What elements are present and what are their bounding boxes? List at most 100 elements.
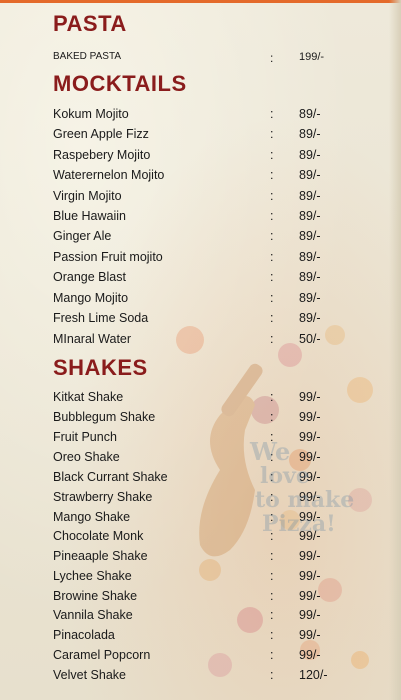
- item-price: 99/-: [299, 608, 321, 622]
- menu-item: Pinacolada: 99/-: [53, 628, 353, 648]
- item-price: 99/-: [299, 589, 321, 603]
- item-price: 99/-: [299, 569, 321, 583]
- pepper-icon: [351, 651, 369, 669]
- item-name: Waterernelon Mojito: [53, 168, 165, 182]
- item-price: 99/-: [299, 410, 321, 424]
- watermark-line: We: [250, 437, 291, 466]
- item-name: Pinacolada: [53, 628, 115, 642]
- item-colon: :: [270, 189, 274, 203]
- item-price: 89/-: [299, 127, 321, 141]
- item-colon: :: [270, 148, 274, 162]
- item-colon: :: [270, 549, 274, 563]
- watermark-line: love: [260, 463, 310, 489]
- item-name: Browine Shake: [53, 589, 138, 603]
- item-name: Black Currant Shake: [53, 470, 168, 484]
- item-colon: :: [270, 250, 274, 264]
- menu-item: Virgin Mojito: 89/-: [53, 189, 353, 209]
- menu-item: BAKED PASTA : 199/-: [53, 51, 353, 71]
- item-price: 99/-: [299, 390, 321, 404]
- menu-item: Pineaaple Shake: 99/-: [53, 549, 353, 569]
- item-colon: :: [270, 569, 274, 583]
- item-price: 50/-: [299, 332, 321, 346]
- item-colon: :: [270, 311, 274, 325]
- menu-item: Green Apple Fizz: 89/-: [53, 127, 353, 147]
- item-name: Vannila Shake: [53, 608, 133, 622]
- item-price: 89/-: [299, 168, 321, 182]
- item-name: Lychee Shake: [53, 569, 132, 583]
- item-name: MInaral Water: [53, 332, 132, 346]
- item-price: 99/-: [299, 628, 321, 642]
- item-name: Caramel Popcorn: [53, 648, 151, 662]
- item-colon: :: [270, 168, 274, 182]
- item-price: 99/-: [299, 549, 321, 563]
- item-colon: :: [270, 410, 274, 424]
- watermark-line: to make: [255, 487, 355, 513]
- menu-item: Passion Fruit mojito: 89/-: [53, 250, 353, 270]
- item-name: Fresh Lime Soda: [53, 311, 149, 325]
- item-name: Passion Fruit mojito: [53, 250, 163, 264]
- menu-item: MInaral Water: 50/-: [53, 332, 353, 352]
- watermark-text: We love to make Pizza!: [250, 437, 380, 537]
- menu-item: Kokum Mojito: 89/-: [53, 107, 353, 127]
- item-colon: :: [270, 51, 274, 65]
- item-name: Pineaaple Shake: [53, 549, 148, 563]
- item-price: 89/-: [299, 189, 321, 203]
- menu-item: Velvet Shake: 120/-: [53, 668, 353, 688]
- item-colon: :: [270, 608, 274, 622]
- menu-item: Raspebery Mojito: 89/-: [53, 148, 353, 168]
- item-price: 89/-: [299, 311, 321, 325]
- item-colon: :: [270, 270, 274, 284]
- item-price: 99/-: [299, 648, 321, 662]
- menu-item: Bubblegum Shake: 99/-: [53, 410, 353, 430]
- menu-item: Ginger Ale: 89/-: [53, 229, 353, 249]
- watermark-line: Pizza!: [262, 511, 336, 537]
- item-name: Mango Mojito: [53, 291, 129, 305]
- item-price: 89/-: [299, 148, 321, 162]
- item-price: 89/-: [299, 291, 321, 305]
- item-name: Chocolate Monk: [53, 529, 144, 543]
- menu-item: Blue Hawaiin: 89/-: [53, 209, 353, 229]
- item-name: Bubblegum Shake: [53, 410, 156, 424]
- item-name: Oreo Shake: [53, 450, 120, 464]
- menu-item: Mango Mojito: 89/-: [53, 291, 353, 311]
- section-title-shakes: SHAKES: [53, 355, 148, 380]
- item-price: 89/-: [299, 250, 321, 264]
- item-colon: :: [270, 229, 274, 243]
- item-colon: :: [270, 332, 274, 346]
- section-title-pasta: PASTA: [53, 11, 127, 36]
- menu-item: Lychee Shake: 99/-: [53, 569, 353, 589]
- menu-item: Fresh Lime Soda: 89/-: [53, 311, 353, 331]
- item-name: Strawberry Shake: [53, 490, 153, 504]
- item-price: 89/-: [299, 209, 321, 223]
- item-name: Orange Blast: [53, 270, 126, 284]
- item-colon: :: [270, 648, 274, 662]
- menu-item: Kitkat Shake: 99/-: [53, 390, 353, 410]
- item-price: 199/-: [299, 51, 325, 63]
- item-name: Blue Hawaiin: [53, 209, 126, 223]
- item-name: Velvet Shake: [53, 668, 126, 682]
- item-name: Kitkat Shake: [53, 390, 124, 404]
- item-name: Raspebery Mojito: [53, 148, 151, 162]
- item-colon: :: [270, 127, 274, 141]
- item-colon: :: [270, 628, 274, 642]
- item-name: Mango Shake: [53, 510, 131, 524]
- menu-item: Waterernelon Mojito: 89/-: [53, 168, 353, 188]
- menu-item: Orange Blast: 89/-: [53, 270, 353, 290]
- item-price: 89/-: [299, 270, 321, 284]
- menu-item: Vannila Shake: 99/-: [53, 608, 353, 628]
- section-title-mocktails: MOCKTAILS: [53, 71, 187, 96]
- item-price: 89/-: [299, 107, 321, 121]
- page-edge-shadow: [389, 0, 401, 700]
- item-colon: :: [270, 668, 274, 682]
- item-price: 120/-: [299, 668, 328, 682]
- item-colon: :: [270, 589, 274, 603]
- item-price: 89/-: [299, 229, 321, 243]
- item-name: Green Apple Fizz: [53, 127, 149, 141]
- menu-item: Caramel Popcorn: 99/-: [53, 648, 353, 668]
- item-colon: :: [270, 209, 274, 223]
- item-colon: :: [270, 390, 274, 404]
- item-name: Virgin Mojito: [53, 189, 122, 203]
- item-name: Fruit Punch: [53, 430, 117, 444]
- item-name: BAKED PASTA: [53, 51, 121, 62]
- top-accent-strip: [0, 0, 401, 3]
